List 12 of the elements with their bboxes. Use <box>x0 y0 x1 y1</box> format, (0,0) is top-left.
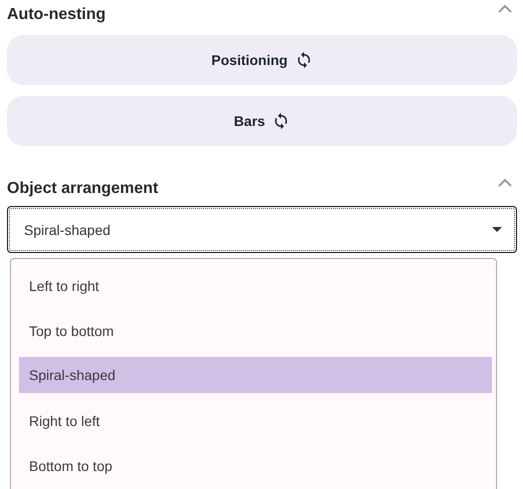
refresh-button[interactable]: Bars <box>7 96 517 146</box>
refresh-button[interactable]: Positioning <box>7 35 517 85</box>
chevron-icon[interactable] <box>498 178 512 187</box>
dropdown-option[interactable]: Top to bottom <box>19 308 492 353</box>
arrangement-dropdown[interactable]: Spiral-shaped <box>7 206 517 253</box>
dropdown-option[interactable]: Left to right <box>19 263 492 308</box>
section-title: Auto-nesting <box>7 6 106 24</box>
chevron-icon[interactable] <box>498 4 512 13</box>
section-title: Object arrangement <box>7 180 158 198</box>
dropdown-option[interactable]: Right to left <box>19 398 492 443</box>
dropdown-option[interactable]: Spiral-shaped <box>19 357 492 393</box>
dropdown-option[interactable]: Bottom to top <box>19 443 492 488</box>
